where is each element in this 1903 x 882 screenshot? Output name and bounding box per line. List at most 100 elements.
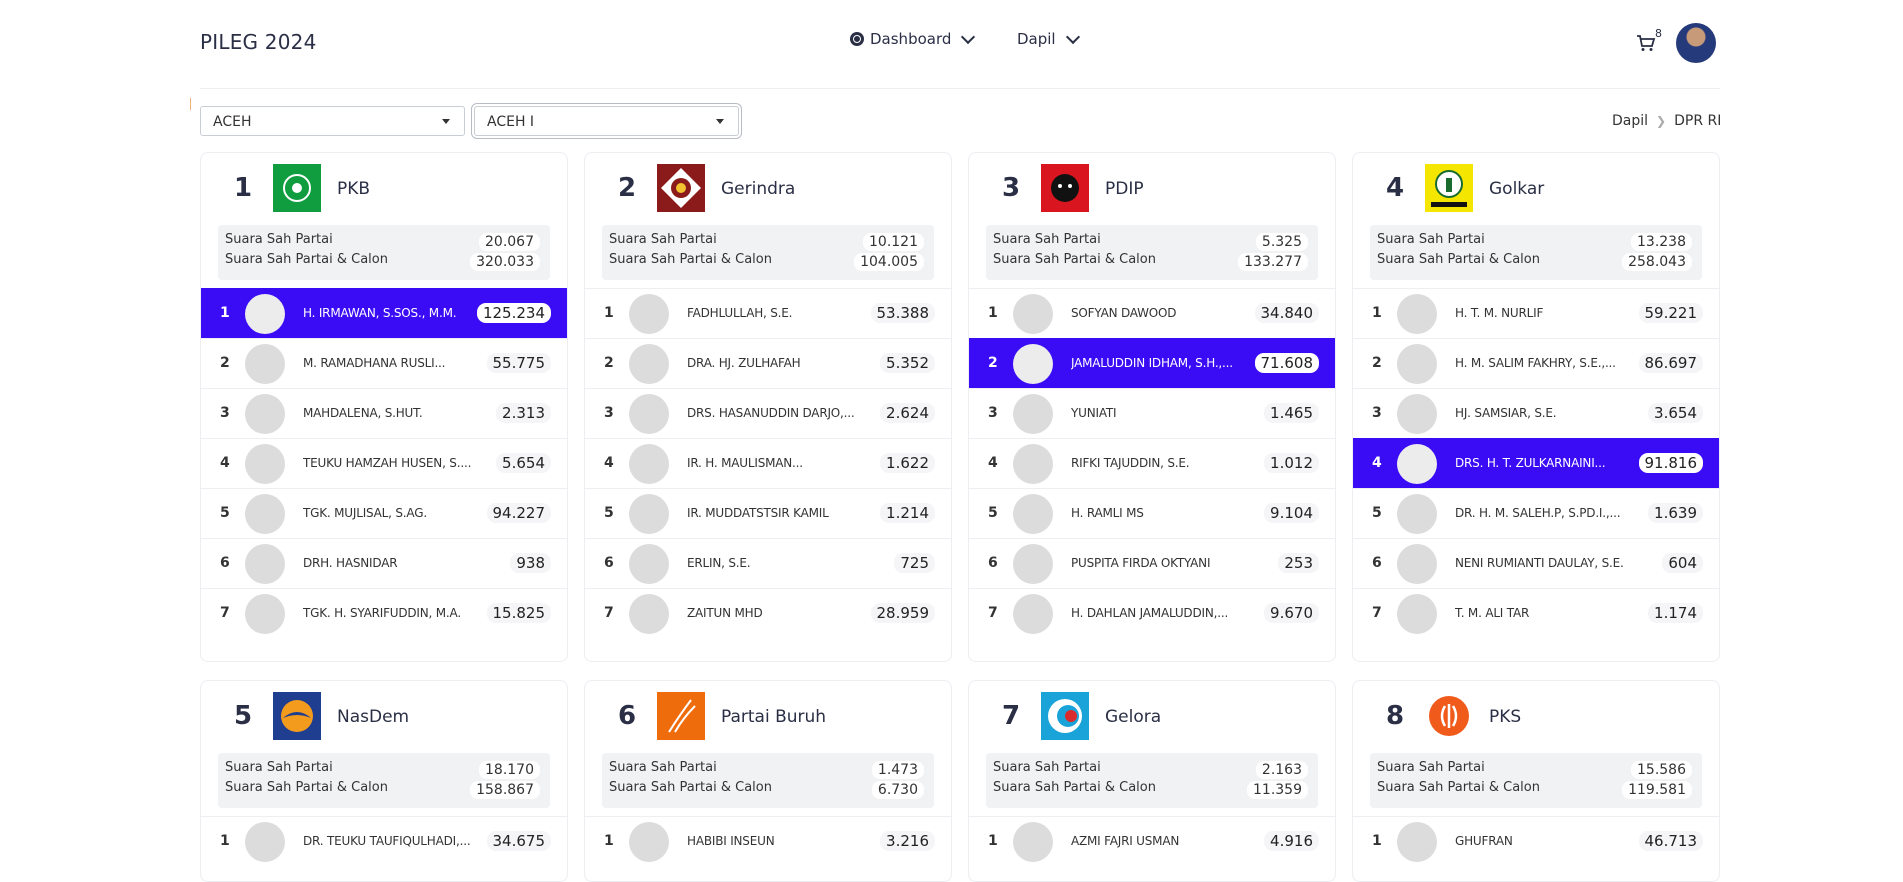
candidate-name: H. DAHLAN JAMALUDDIN,... <box>1071 606 1229 620</box>
candidate-photo <box>1013 444 1053 484</box>
candidate-row[interactable]: 1 GHUFRAN 46.713 <box>1353 816 1719 866</box>
candidate-votes: 28.959 <box>870 603 935 623</box>
candidate-photo <box>629 344 669 384</box>
candidate-name: H. IRMAWAN, S.SOS., M.M. <box>303 306 457 320</box>
party-number: 8 <box>1386 701 1405 731</box>
candidate-row[interactable]: 5 H. RAMLI MS 9.104 <box>969 488 1335 538</box>
candidate-row[interactable]: 4 DRS. H. T. ZULKARNAINI... 91.816 <box>1353 438 1719 488</box>
breadcrumb-dapil[interactable]: Dapil <box>1612 113 1648 129</box>
nav-dashboard[interactable]: Dashboard <box>850 29 976 48</box>
candidate-row[interactable]: 3 HJ. SAMSIAR, S.E. 3.654 <box>1353 388 1719 438</box>
candidate-name: T. M. ALI TAR <box>1455 606 1530 620</box>
candidate-votes: 1.465 <box>1264 403 1319 423</box>
candidate-name: GHUFRAN <box>1455 834 1513 848</box>
candidate-row[interactable]: 1 FADHLULLAH, S.E. 53.388 <box>585 288 951 338</box>
party-card-header: 8 PKS <box>1353 681 1719 753</box>
party-name[interactable]: Gelora <box>1105 707 1161 727</box>
candidate-name: IR. H. MAULISMAN... <box>687 456 803 470</box>
party-card-pkb: 1 PKB Suara Sah Partai Suara Sah Partai … <box>200 152 568 662</box>
candidate-row[interactable]: 4 RIFKI TAJUDDIN, S.E. 1.012 <box>969 438 1335 488</box>
dapil-select[interactable]: ACEH I <box>474 106 739 136</box>
candidate-row[interactable]: 2 JAMALUDDIN IDHAM, S.H.,... 71.608 <box>969 338 1335 388</box>
candidate-name: DR. TEUKU TAUFIQULHADI,... <box>303 834 471 848</box>
party-name[interactable]: PKS <box>1489 707 1521 727</box>
candidate-row[interactable]: 1 SOFYAN DAWOOD 34.840 <box>969 288 1335 338</box>
candidate-row[interactable]: 3 YUNIATI 1.465 <box>969 388 1335 438</box>
party-vote-summary: Suara Sah Partai Suara Sah Partai & Calo… <box>986 225 1318 280</box>
party-logo-icon <box>657 164 705 212</box>
candidate-row[interactable]: 6 PUSPITA FIRDA OKTYANI 253 <box>969 538 1335 588</box>
candidate-votes: 59.221 <box>1638 303 1703 323</box>
candidate-votes: 2.624 <box>880 403 935 423</box>
nav-dapil[interactable]: Dapil <box>1017 29 1080 48</box>
candidate-row[interactable]: 7 T. M. ALI TAR 1.174 <box>1353 588 1719 638</box>
candidate-row[interactable]: 1 HABIBI INSEUN 3.216 <box>585 816 951 866</box>
candidate-name: DRH. HASNIDAR <box>303 556 398 570</box>
candidate-photo <box>245 344 285 384</box>
party-vote-summary: Suara Sah Partai Suara Sah Partai & Calo… <box>602 753 934 808</box>
candidate-row[interactable]: 1 DR. TEUKU TAUFIQULHADI,... 34.675 <box>201 816 567 866</box>
candidate-photo <box>1013 822 1053 862</box>
party-name[interactable]: PKB <box>337 179 370 199</box>
candidate-name: AZMI FAJRI USMAN <box>1071 834 1180 848</box>
candidate-row[interactable]: 7 ZAITUN MHD 28.959 <box>585 588 951 638</box>
candidate-photo <box>245 544 285 584</box>
party-cand-votes-value: 320.033 <box>470 253 540 271</box>
party-votes-label: Suara Sah Partai <box>609 232 717 247</box>
candidate-photo <box>1397 544 1437 584</box>
candidate-row[interactable]: 6 NENI RUMIANTI DAULAY, S.E. 604 <box>1353 538 1719 588</box>
candidate-row[interactable]: 5 IR. MUDDATSTSIR KAMIL 1.214 <box>585 488 951 538</box>
party-number: 2 <box>618 173 637 203</box>
candidate-photo <box>629 394 669 434</box>
party-card-header: 7 Gelora <box>969 681 1335 753</box>
candidate-name: SOFYAN DAWOOD <box>1071 306 1177 320</box>
user-avatar[interactable] <box>1676 23 1716 63</box>
candidate-row[interactable]: 3 DRS. HASANUDDIN DARJO,... 2.624 <box>585 388 951 438</box>
candidate-row[interactable]: 6 ERLIN, S.E. 725 <box>585 538 951 588</box>
candidate-votes: 604 <box>1662 553 1703 573</box>
candidate-row[interactable]: 5 DR. H. M. SALEH.P, S.PD.I.,... 1.639 <box>1353 488 1719 538</box>
candidate-votes: 34.840 <box>1254 303 1319 323</box>
candidate-row[interactable]: 7 TGK. H. SYARIFUDDIN, M.A. 15.825 <box>201 588 567 638</box>
candidate-row[interactable]: 2 DRA. HJ. ZULHAFAH 5.352 <box>585 338 951 388</box>
candidate-row[interactable]: 4 IR. H. MAULISMAN... 1.622 <box>585 438 951 488</box>
candidate-photo <box>1013 544 1053 584</box>
party-name[interactable]: Partai Buruh <box>721 707 826 727</box>
party-cand-votes-value: 6.730 <box>871 781 924 799</box>
candidate-row[interactable]: 1 H. IRMAWAN, S.SOS., M.M. 125.234 <box>201 288 567 338</box>
candidate-row[interactable]: 1 H. T. M. NURLIF 59.221 <box>1353 288 1719 338</box>
candidate-row[interactable]: 5 TGK. MUJLISAL, S.AG. 94.227 <box>201 488 567 538</box>
party-cand-votes-label: Suara Sah Partai & Calon <box>993 252 1156 267</box>
candidate-votes: 938 <box>510 553 551 573</box>
candidate-votes: 91.816 <box>1638 453 1703 473</box>
party-name[interactable]: PDIP <box>1105 179 1144 199</box>
candidate-row[interactable]: 2 H. M. SALIM FAKHRY, S.E.,... 86.697 <box>1353 338 1719 388</box>
candidate-number: 3 <box>220 405 230 421</box>
candidate-votes: 9.670 <box>1264 603 1319 623</box>
candidate-votes: 1.214 <box>880 503 935 523</box>
candidate-row[interactable]: 2 M. RAMADHANA RUSLI... 55.775 <box>201 338 567 388</box>
party-name[interactable]: Gerindra <box>721 179 795 199</box>
party-card-gerindra: 2 Gerindra Suara Sah Partai Suara Sah Pa… <box>584 152 952 662</box>
candidate-name: YUNIATI <box>1071 406 1117 420</box>
app-brand[interactable]: PILEG 2024 <box>200 30 317 54</box>
party-votes-value: 20.067 <box>479 233 540 251</box>
candidate-row[interactable]: 4 TEUKU HAMZAH HUSEN, S.... 5.654 <box>201 438 567 488</box>
candidate-number: 4 <box>220 455 230 471</box>
cart-icon[interactable] <box>1636 34 1656 52</box>
candidate-row[interactable]: 6 DRH. HASNIDAR 938 <box>201 538 567 588</box>
candidate-row[interactable]: 3 MAHDALENA, S.HUT. 2.313 <box>201 388 567 438</box>
candidate-row[interactable]: 7 H. DAHLAN JAMALUDDIN,... 9.670 <box>969 588 1335 638</box>
candidate-photo <box>245 594 285 634</box>
candidate-number: 1 <box>604 305 614 321</box>
candidate-photo <box>1013 344 1053 384</box>
party-votes-value: 1.473 <box>871 761 924 779</box>
party-cand-votes-value: 104.005 <box>854 253 924 271</box>
candidate-row[interactable]: 1 AZMI FAJRI USMAN 4.916 <box>969 816 1335 866</box>
candidate-number: 6 <box>604 555 614 571</box>
candidate-name: DRA. HJ. ZULHAFAH <box>687 356 801 370</box>
party-name[interactable]: NasDem <box>337 707 409 727</box>
party-name[interactable]: Golkar <box>1489 179 1544 199</box>
province-select[interactable]: ACEH <box>200 106 465 136</box>
party-logo-icon <box>273 692 321 740</box>
